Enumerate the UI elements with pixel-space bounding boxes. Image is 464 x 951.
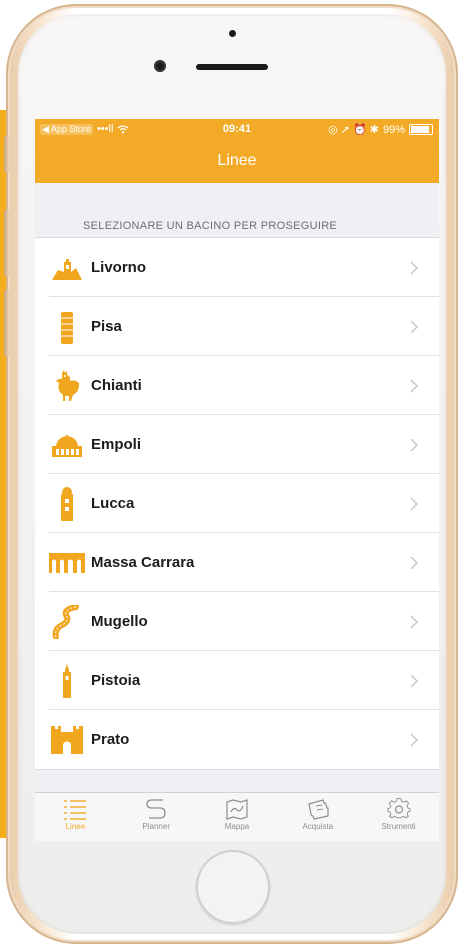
aqueduct-icon [47, 545, 87, 581]
list-item-label: Lucca [91, 495, 135, 512]
list-item-label: Chianti [91, 377, 142, 394]
list-item-livorno[interactable]: Livorno [35, 238, 439, 297]
list-item-label: Prato [91, 731, 130, 748]
tab-bar: Linee Planner Mappa Acquista Strumenti [35, 792, 439, 841]
chevron-right-icon [410, 319, 419, 334]
pisa-tower-icon [47, 309, 87, 345]
page-title: Linee [217, 152, 257, 169]
list-icon [64, 800, 87, 820]
tab-acquista[interactable]: Acquista [277, 793, 358, 841]
volume-down-button [4, 290, 10, 356]
tab-strumenti[interactable]: Strumenti [358, 793, 439, 841]
tab-label: Linee [65, 822, 86, 831]
status-icons: ◎ ➚ ⏰ ✱ [328, 124, 379, 136]
tab-label: Acquista [302, 822, 334, 831]
list-item-pisa[interactable]: Pisa [35, 297, 439, 356]
chevron-right-icon [410, 555, 419, 570]
battery-icon [409, 124, 433, 135]
status-bar: ◀ App Store •••ll 09:41 ◎ ➚ ⏰ ✱ 99% [35, 119, 439, 139]
list-item-pistoia[interactable]: Pistoia [35, 651, 439, 710]
chevron-right-icon [410, 437, 419, 452]
section-header: SELEZIONARE UN BACINO PER PROSEGUIRE [35, 183, 439, 237]
navigation-bar: Linee [35, 139, 439, 183]
gear-icon [387, 798, 411, 819]
home-button[interactable] [196, 850, 270, 924]
list-item-massa-carrara[interactable]: Massa Carrara [35, 533, 439, 592]
tab-label: Mappa [224, 822, 250, 831]
tab-planner[interactable]: Planner [116, 793, 197, 841]
tab-linee[interactable]: Linee [35, 793, 116, 841]
list-item-empoli[interactable]: Empoli [35, 415, 439, 474]
list-item-label: Mugello [91, 613, 148, 630]
map-icon [226, 799, 248, 820]
tree-tower-icon [47, 486, 87, 522]
app-screen: ◀ App Store •••ll 09:41 ◎ ➚ ⏰ ✱ 99% Line… [35, 119, 439, 841]
route-icon [146, 799, 166, 819]
mute-switch [4, 136, 10, 172]
church-dome-icon [47, 427, 87, 463]
chevron-right-icon [410, 614, 419, 629]
tab-label: Planner [142, 822, 170, 831]
ticket-icon [308, 799, 329, 820]
chevron-right-icon [410, 378, 419, 393]
chevron-right-icon [410, 260, 419, 275]
front-camera [154, 60, 166, 72]
list-item-label: Pisa [91, 318, 122, 335]
road-icon [47, 604, 87, 640]
chevron-right-icon [410, 496, 419, 511]
proximity-sensor [229, 30, 236, 37]
list-item-label: Livorno [91, 259, 146, 276]
chevron-right-icon [410, 732, 419, 747]
section-header-label: SELEZIONARE UN BACINO PER PROSEGUIRE [83, 220, 338, 232]
list-item-label: Pistoia [91, 672, 141, 689]
tab-mappa[interactable]: Mappa [197, 793, 278, 841]
list-item-label: Massa Carrara [91, 554, 195, 571]
list-item-label: Empoli [91, 436, 142, 453]
list-item-mugello[interactable]: Mugello [35, 592, 439, 651]
list-item-chianti[interactable]: Chianti [35, 356, 439, 415]
rooster-icon [47, 368, 87, 404]
bacino-list: Livorno Pisa Chianti Empoli Lucca Massa … [35, 237, 439, 770]
earpiece-speaker [196, 64, 268, 70]
list-item-lucca[interactable]: Lucca [35, 474, 439, 533]
livorno-castle-icon [47, 250, 87, 286]
tab-label: Strumenti [381, 822, 416, 831]
battery-percent: 99% [382, 123, 405, 136]
castle-icon [47, 722, 87, 758]
list-item-prato[interactable]: Prato [35, 710, 439, 769]
bell-tower-icon [47, 663, 87, 699]
chevron-right-icon [410, 673, 419, 688]
volume-up-button [4, 210, 10, 276]
